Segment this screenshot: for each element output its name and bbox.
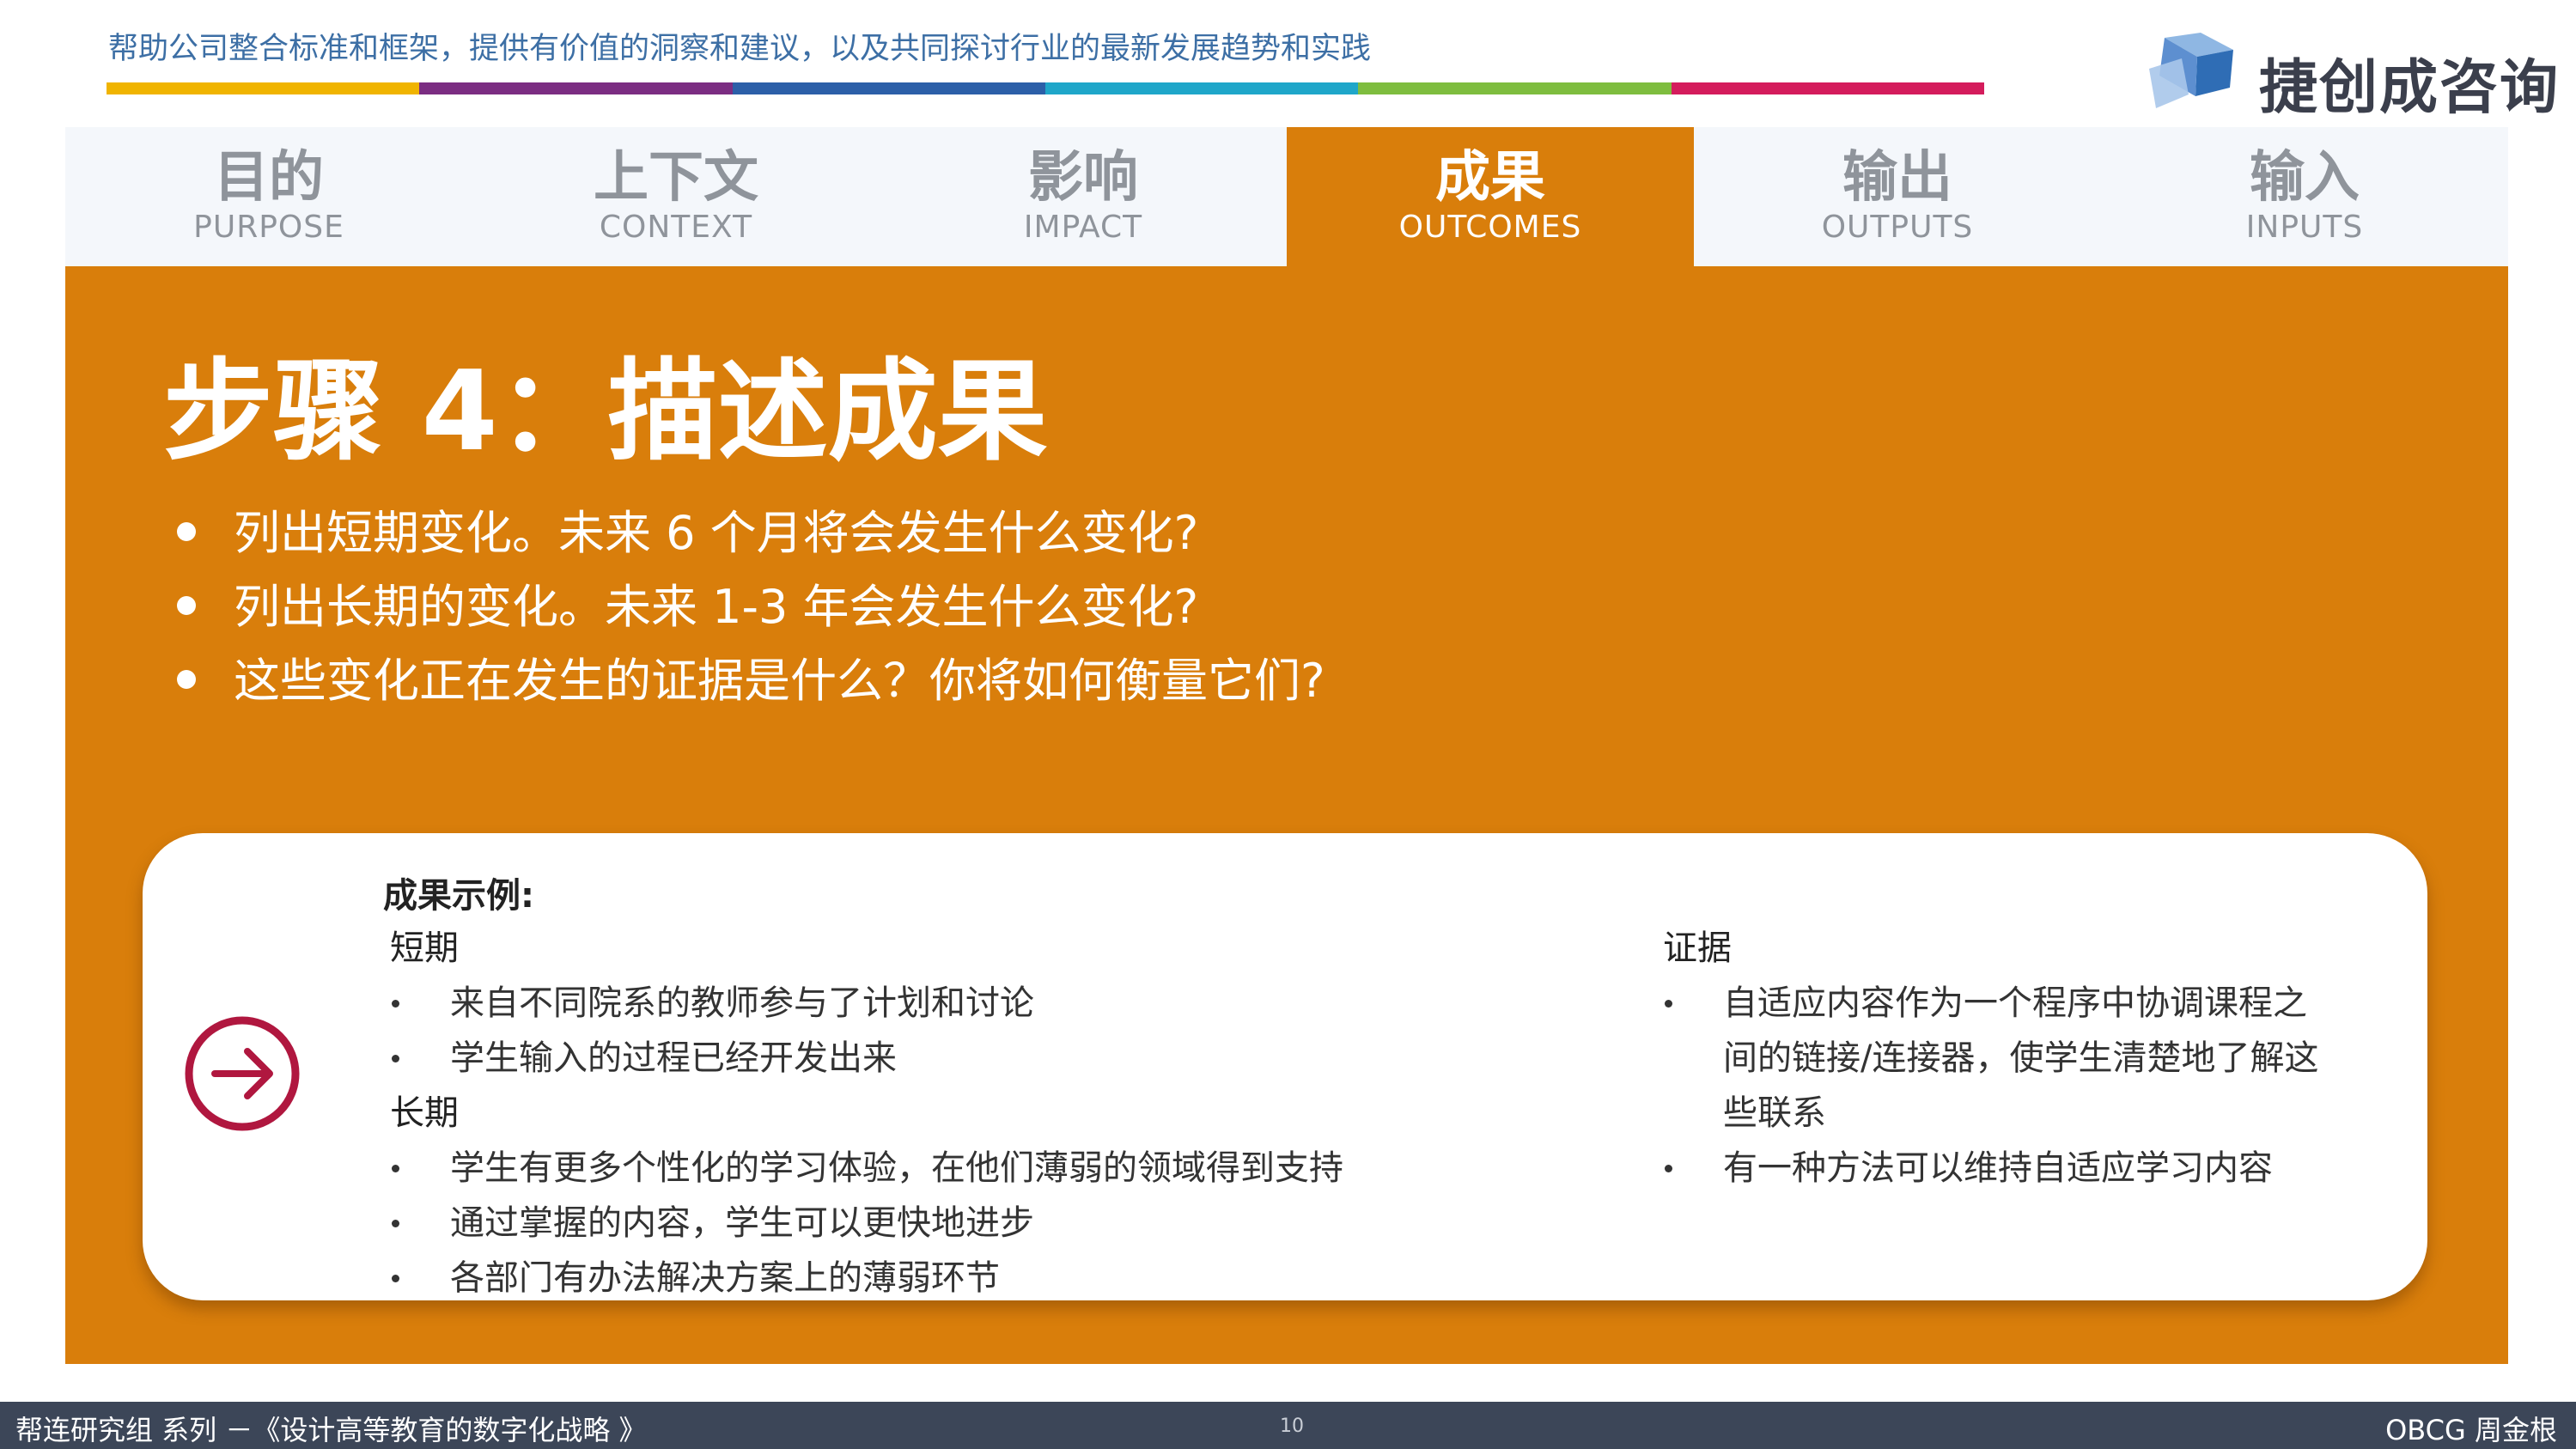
evidence-heading: 证据 (1663, 928, 1732, 968)
color-stripe (107, 82, 1984, 94)
stripe-segment (1044, 82, 1359, 94)
footer-series-title: 帮连研究组 系列 －《设计高等教育的数字化战略 》 (15, 1414, 647, 1446)
tab-label-en: CONTEXT (599, 209, 753, 245)
tab-outcomes[interactable]: 成果 OUTCOMES (1287, 127, 1694, 266)
stripe-segment (419, 82, 733, 94)
tab-outputs[interactable]: 输出 OUTPUTS (1694, 127, 2101, 266)
evidence-list: 自适应内容作为一个程序中协调课程之间的链接/连接器，使学生清楚地了解这些联系 有… (1663, 976, 2333, 1196)
tab-label-cn: 目的 (214, 146, 324, 210)
tab-label-cn: 影响 (1028, 146, 1138, 210)
tab-purpose[interactable]: 目的 PURPOSE (65, 127, 472, 266)
long-term-list: 学生有更多个性化的学习体验，在他们薄弱的领域得到支持 通过掌握的内容，学生可以更… (390, 1141, 1575, 1306)
tab-label-cn: 输出 (1842, 146, 1952, 210)
instruction-item: 列出短期变化。未来 6 个月将会发生什么变化? (177, 496, 1325, 570)
evidence-column: 证据 自适应内容作为一个程序中协调课程之间的链接/连接器，使学生清楚地了解这些联… (1663, 921, 2333, 1196)
outcome-example-card: 成果示例: 短期 来自不同院系的教师参与了计划和讨论 学生输入的过程已经开发出来… (143, 833, 2427, 1300)
list-item: 有一种方法可以维持自适应学习内容 (1663, 1141, 2333, 1196)
list-item: 自适应内容作为一个程序中协调课程之间的链接/连接器，使学生清楚地了解这些联系 (1663, 976, 2333, 1141)
stripe-segment (107, 82, 420, 94)
footer-bar: 帮连研究组 系列 －《设计高等教育的数字化战略 》 10 OBCG 周金根 (0, 1402, 2576, 1449)
instruction-item: 列出长期的变化。未来 1-3 年会发生什么变化? (177, 570, 1325, 644)
tab-impact[interactable]: 影响 IMPACT (880, 127, 1287, 266)
short-term-list: 来自不同院系的教师参与了计划和讨论 学生输入的过程已经开发出来 (390, 976, 1575, 1086)
tab-label-cn: 上下文 (594, 146, 758, 210)
tab-context[interactable]: 上下文 CONTEXT (472, 127, 880, 266)
list-item: 各部门有办法解决方案上的薄弱环节 (390, 1251, 1575, 1306)
company-logo: 捷创成咨询 (2147, 31, 2558, 122)
arrow-right-circle-icon (185, 1016, 300, 1131)
tab-label-en: IMPACT (1023, 209, 1143, 245)
stripe-segment (732, 82, 1045, 94)
step-tabs: 目的 PURPOSE 上下文 CONTEXT 影响 IMPACT 成果 OUTC… (65, 127, 2508, 266)
content-panel: 步骤 4：描述成果 列出短期变化。未来 6 个月将会发生什么变化? 列出长期的变… (65, 266, 2508, 1364)
stripe-segment (1358, 82, 1672, 94)
footer-author: OBCG 周金根 (2385, 1414, 2557, 1446)
tab-label-en: INPUTS (2245, 209, 2364, 245)
list-item: 学生输入的过程已经开发出来 (390, 1031, 1575, 1086)
page-number: 10 (1280, 1416, 1304, 1437)
tab-label-en: OUTCOMES (1398, 209, 1582, 245)
list-item: 来自不同院系的教师参与了计划和讨论 (390, 976, 1575, 1031)
term-column: 短期 来自不同院系的教师参与了计划和讨论 学生输入的过程已经开发出来 长期 学生… (390, 921, 1575, 1306)
list-item: 学生有更多个性化的学习体验，在他们薄弱的领域得到支持 (390, 1141, 1575, 1196)
step-title: 步骤 4：描述成果 (163, 348, 1048, 476)
list-item: 通过掌握的内容，学生可以更快地进步 (390, 1196, 1575, 1251)
short-term-heading: 短期 (390, 928, 459, 968)
tab-label-en: PURPOSE (193, 209, 344, 245)
instruction-item: 这些变化正在发生的证据是什么？你将如何衡量它们? (177, 644, 1325, 718)
cube-logo-icon (2149, 33, 2233, 108)
instruction-list: 列出短期变化。未来 6 个月将会发生什么变化? 列出长期的变化。未来 1-3 年… (177, 496, 1325, 718)
long-term-heading: 长期 (390, 1093, 459, 1133)
tab-inputs[interactable]: 输入 INPUTS (2101, 127, 2508, 266)
stripe-segment (1671, 82, 1984, 94)
header-tagline: 帮助公司整合标准和框架，提供有价值的洞察和建议，以及共同探讨行业的最新发展趋势和… (108, 32, 1372, 66)
card-title: 成果示例: (383, 876, 534, 916)
logo-text: 捷创成咨询 (2259, 54, 2561, 122)
tab-label-cn: 输入 (2250, 146, 2360, 210)
tab-label-cn: 成果 (1435, 146, 1545, 210)
tab-label-en: OUTPUTS (1821, 209, 1974, 245)
